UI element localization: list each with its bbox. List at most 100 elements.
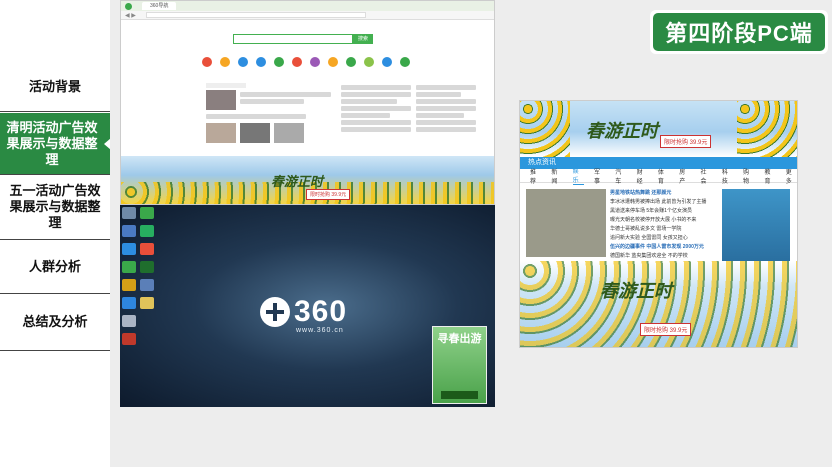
browser-app-icons [201,57,411,69]
news-tabs: 推荐 新闻 娱乐 军事 汽车 财经 体育 房产 社会 科技 购物 教育 更多 [520,166,797,185]
desktop-icon [122,207,136,219]
app-icon [381,57,393,69]
desktop-popup-ad: 寻春出游 [432,326,487,404]
desktop-icon [140,297,154,309]
app-icon [273,57,285,69]
logo-360: 360 [260,295,347,329]
nav-item-qingming[interactable]: 清明活动广告效果展示与数据整理 [0,113,111,175]
news-heading [206,83,246,88]
browser-logo-icon [125,2,132,10]
app-icon [255,57,267,69]
popup-button [441,391,478,399]
flower-decoration [520,101,570,157]
browser-search: 搜索 [233,34,373,44]
stage-badge-label: 第四阶段PC端 [653,13,825,51]
app-icon [201,57,213,69]
desktop-icon [122,243,136,255]
app-icon [309,57,321,69]
news-tab: 社会 [700,169,707,185]
desktop-icon [122,315,136,327]
app-icon [219,57,231,69]
desktop-icons [122,207,158,345]
news-list-item: 曝光天朝名校被停开放大展 小书的不来 [610,217,697,223]
stage-badge: 第四阶段PC端 [650,10,828,54]
news-tab: 财经 [636,169,643,185]
app-icon [345,57,357,69]
desktop-icon [122,333,136,345]
nav-item-label: 人群分析 [28,258,81,274]
app-icon [327,57,339,69]
news-image-right [722,189,790,261]
logo-url: www.360.cn [296,327,344,334]
news-tab: 汽车 [615,169,622,185]
news-tab: 更多 [785,169,792,185]
nav-item-label: 活动背景 [28,78,81,94]
news-tab: 体育 [657,169,664,185]
nav-item-background[interactable]: 活动背景 [0,62,110,112]
desktop-screenshot: 360 www.360.cn 寻春出游 [120,205,495,407]
desktop-icon [122,225,136,237]
desktop-icon [140,261,154,273]
news-list-item: 华德士哥被乱说多文 雷场一学院 [610,226,682,232]
news-list-item: 德国新华 蓝央集团欢迎全 不的学校 [610,253,688,259]
news-tab: 科技 [721,169,728,185]
nav-item-audience[interactable]: 人群分析 [0,240,110,294]
banner-title: 春游正时 [271,174,324,189]
popup-title: 寻春出游 [437,333,482,345]
news-tab: 军事 [593,169,600,185]
browser-tab: 360导航 [142,2,177,10]
app-icon [363,57,375,69]
news-list-item: 伍兴的边疆事件 中国人雷市发现 2000万元 [610,244,704,250]
desktop-icon [140,243,154,255]
news-tab-active: 娱乐 [572,166,584,185]
news-bottom-price: 限时抢购 39.9元 [640,323,692,336]
news-thumb [206,90,236,110]
news-top-banner: 春游正时 限时抢购 39.9元 [520,101,797,157]
desktop-icon [140,207,154,219]
browser-screenshot: 360导航 ◀ ▶ 搜索 春游正时 限时抢购 39.9元 [120,0,495,205]
news-thumbs [206,123,331,145]
address-field [145,12,366,18]
browser-news-mid [341,83,411,134]
back-icon: ◀ ▶ [125,12,136,19]
nav-item-label: 五一活动广告效果展示与数据整理 [9,183,101,230]
news-list-item: 追问新大实验 全国雷同 女孩又担心 [610,235,688,241]
browser-news-left [206,83,331,145]
news-list-item: 黑道送来停车场 5年会赚1个亿女演员 [610,208,692,214]
flower-decoration [737,101,797,157]
desktop-icon [140,279,154,291]
browser-search-button: 搜索 [353,34,373,44]
nav-item-label: 清明活动广告效果展示与数据整理 [6,119,98,167]
desktop-icon [140,225,154,237]
app-icon [399,57,411,69]
news-bottom-title: 春游正时 [600,281,672,301]
desktop-icon [140,315,154,327]
news-image-left [526,189,606,257]
news-row [206,90,331,110]
news-list-item: 男星地铁站热舞跳 还那颜元 [610,190,672,196]
news-bottom-banner: 春游正时 限时抢购 39.9元 [520,261,797,347]
news-banner-title: 春游正时 [586,121,658,141]
nav-item-summary[interactable]: 总结及分析 [0,294,110,351]
browser-ad-banner: 春游正时 限时抢购 39.9元 [121,156,494,204]
browser-search-input [233,34,353,44]
news-tab: 推荐 [530,169,537,185]
news-banner-price: 限时抢购 39.9元 [660,135,712,148]
news-list-item: 李冰冰遭韩男被捧出场 此前曾为引发了主播 [610,199,707,205]
news-tab: 新闻 [551,169,558,185]
browser-news-right [416,83,476,134]
nav-item-label: 总结及分析 [22,314,88,329]
news-tab: 购物 [743,169,750,185]
logo-360-icon [260,297,290,327]
sidebar: 活动背景 清明活动广告效果展示与数据整理 五一活动广告效果展示与数据整理 人群分… [0,0,111,467]
news-list: 男星地铁站热舞跳 还那颜元 李冰冰遭韩男被捧出场 此前曾为引发了主播 黑道送来停… [610,189,718,261]
browser-tabbar: 360导航 [121,1,494,11]
nav-item-wuyi[interactable]: 五一活动广告效果展示与数据整理 [0,175,110,240]
news-screenshot: 春游正时 限时抢购 39.9元 热点资讯 推荐 新闻 娱乐 军事 汽车 财经 体… [519,100,798,348]
app-icon [237,57,249,69]
news-tab: 教育 [764,169,771,185]
browser-addressbar: ◀ ▶ [121,11,494,20]
app-icon [291,57,303,69]
desktop-icon [122,261,136,273]
logo-360-text: 360 [294,295,348,328]
